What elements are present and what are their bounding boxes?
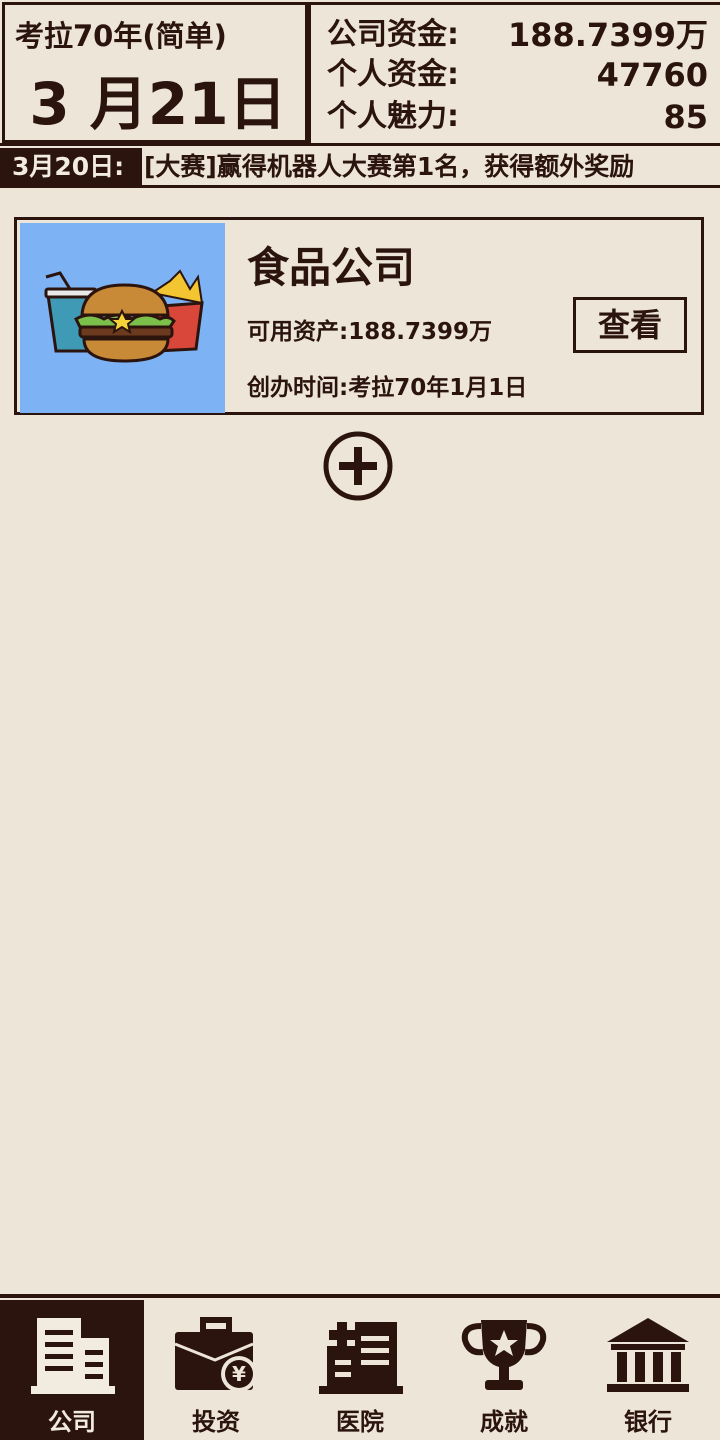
company-available-assets: 可用资产:188.7399万 (247, 319, 492, 345)
year-difficulty-label: 考拉70年(简单) (15, 19, 227, 53)
tab-label: 投资 (192, 1408, 240, 1436)
svg-text:¥: ¥ (232, 1362, 246, 1386)
date-panel: 考拉70年(简单) 3 月21日 (2, 2, 308, 143)
tab-label: 成就 (480, 1408, 528, 1436)
current-date: 3 月21日 (29, 70, 287, 138)
tab-hospital[interactable]: 医院 (288, 1300, 432, 1440)
stat-personal-funds: 个人资金: 47760 (327, 55, 708, 95)
stat-value: 85 (663, 98, 708, 136)
stat-label: 个人资金: (327, 57, 459, 92)
top-status-header: 考拉70年(简单) 3 月21日 公司资金: 188.7399万 个人资金: 4… (0, 0, 720, 146)
company-thumbnail (20, 223, 225, 413)
stat-label: 个人魅力: (327, 99, 459, 134)
briefcase-yen-icon: ¥ (174, 1317, 257, 1392)
tab-label: 银行 (624, 1408, 672, 1436)
bank-icon (607, 1318, 689, 1392)
company-founded-date: 创办时间:考拉70年1月1日 (247, 375, 528, 401)
bottom-tab-bar: 公司 ¥ 投资 医院 成就 银行 (0, 1294, 720, 1440)
burger-fries-drink-icon (44, 269, 204, 363)
tab-company[interactable]: 公司 (0, 1300, 144, 1440)
view-company-button[interactable]: 查看 (573, 297, 687, 353)
tab-label: 医院 (336, 1408, 384, 1436)
ticker-message: [大赛]赢得机器人大赛第1名，获得额外奖励 (142, 148, 635, 185)
stat-value: 47760 (596, 56, 708, 94)
company-card[interactable]: 食品公司 可用资产:188.7399万 创办时间:考拉70年1月1日 查看 (14, 217, 704, 415)
stat-value: 188.7399万 (507, 16, 708, 54)
news-ticker: 3月20日: [大赛]赢得机器人大赛第1名，获得额外奖励 (0, 148, 720, 188)
tab-achievements[interactable]: 成就 (432, 1300, 576, 1440)
tab-label: 公司 (48, 1408, 96, 1436)
tab-bank[interactable]: 银行 (576, 1300, 720, 1440)
company-name: 食品公司 (247, 243, 416, 292)
stats-panel: 公司资金: 188.7399万 个人资金: 47760 个人魅力: 85 (308, 2, 720, 143)
plus-circle-icon (323, 431, 393, 501)
tab-investment[interactable]: ¥ 投资 (144, 1300, 288, 1440)
hospital-icon (319, 1322, 403, 1394)
trophy-icon (461, 1320, 547, 1390)
add-company-button[interactable] (322, 430, 394, 502)
building-icon (31, 1318, 115, 1394)
stat-label: 公司资金: (327, 17, 459, 52)
stat-charm: 个人魅力: 85 (327, 97, 708, 137)
stat-company-funds: 公司资金: 188.7399万 (327, 15, 708, 55)
